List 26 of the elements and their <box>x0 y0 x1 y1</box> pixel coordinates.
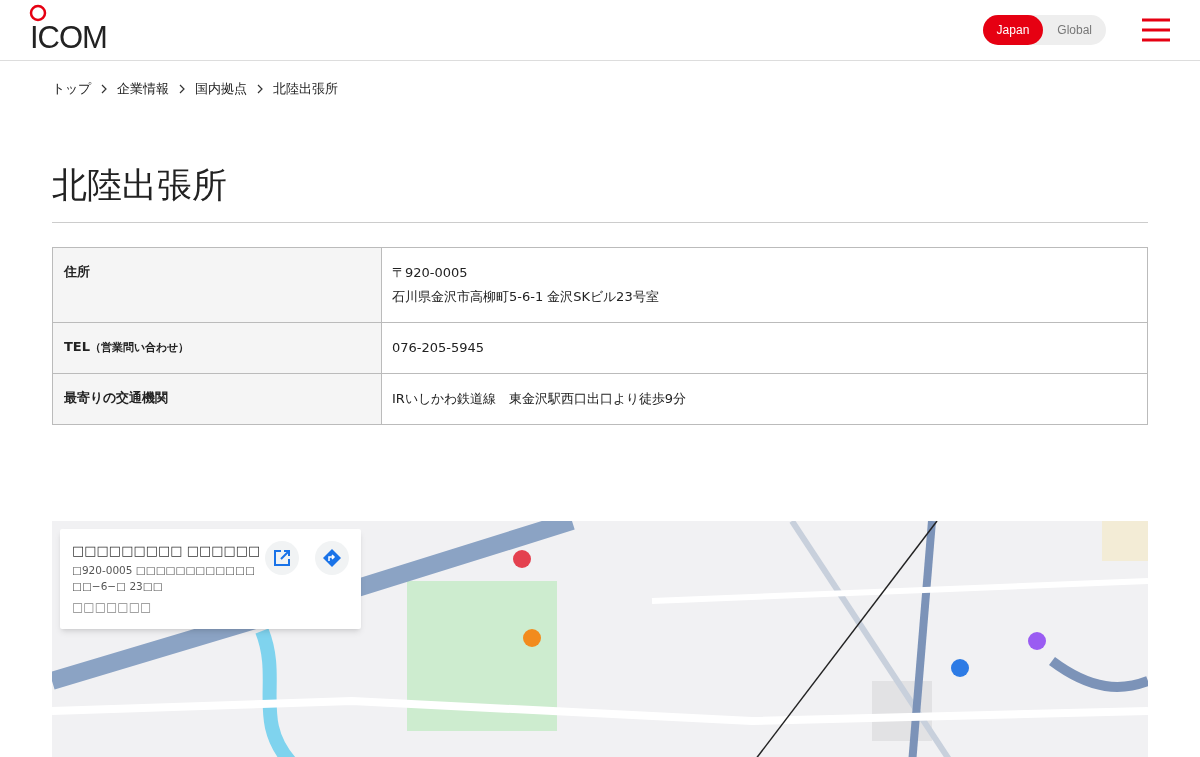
chevron-icon <box>178 83 186 94</box>
chevron-icon <box>256 83 264 94</box>
place-title: □□□□□□□□□ □□□□□□ <box>72 541 262 560</box>
table-cell-text: 〒920-0005 石川県金沢市高柳町5-6-1 金沢SKビル23号室 <box>391 263 660 306</box>
region-tab[interactable]: Japan <box>982 15 1044 45</box>
menu-icon[interactable] <box>1142 17 1170 43</box>
directions-button[interactable] <box>315 540 349 575</box>
directions-icon <box>323 548 341 567</box>
table-header-cell: 最寄りの交通機関 <box>53 373 382 424</box>
page-title: 北陸出張所 <box>52 164 1148 223</box>
breadcrumb-link[interactable]: 国内拠点 <box>195 78 247 99</box>
external-link-icon <box>273 548 291 567</box>
breadcrumb-link[interactable]: 企業情報 <box>117 78 169 99</box>
table-cell-text: 076-205-5945 <box>391 338 486 357</box>
table-header-cell: 住所 <box>53 247 382 322</box>
logo[interactable]: ICOM <box>30 19 107 55</box>
breadcrumb-link[interactable]: トップ <box>52 78 91 99</box>
chevron-icon <box>100 83 108 94</box>
place-address: □920-0005 □□□□□□□□□□□□□□−6−□ 23□□ <box>72 563 256 595</box>
breadcrumb-link[interactable]: 北陸出張所 <box>273 78 338 99</box>
table-cell-text: IRいしかわ鉄道線 東金沢駅西口出口より徒歩9分 <box>391 389 688 408</box>
open-external-button[interactable] <box>265 540 299 575</box>
region-tab[interactable]: Global <box>1043 15 1106 45</box>
table-header-cell: TEL（営業問い合わせ） <box>53 322 382 373</box>
logo-circle-icon <box>29 3 47 22</box>
map-link[interactable]: □□□□□□□ <box>72 598 349 617</box>
